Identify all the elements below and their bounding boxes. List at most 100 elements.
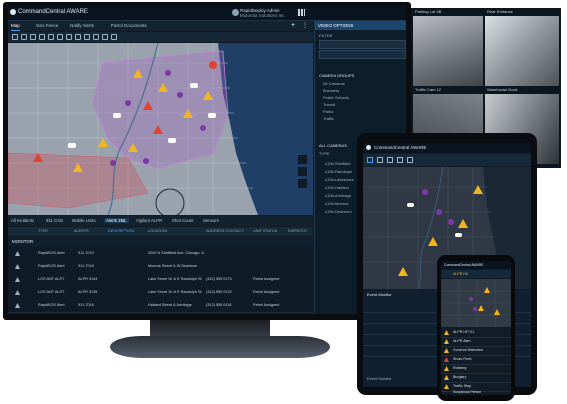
alert-icon	[444, 357, 449, 362]
draw-icon[interactable]	[66, 34, 72, 40]
filter-dropdown-2[interactable]	[319, 50, 406, 59]
user-info[interactable]: RapidDeploy Admin Motorola Solutions Inc	[240, 8, 285, 18]
row-contact: (312) 555 0132	[206, 290, 232, 294]
col-dispatch[interactable]: DISPATCH	[288, 229, 307, 233]
row-id: 911-7018	[78, 264, 94, 268]
tab-patrol-documents[interactable]: Patrol Documents	[111, 23, 147, 28]
row-status: Patrol Assigned	[253, 303, 280, 307]
tab-all-incidents[interactable]: All Incidents	[11, 218, 34, 223]
filter-icon[interactable]	[21, 34, 27, 40]
phone-row-label: ALPR HIT 01	[453, 330, 475, 334]
alert-icon	[15, 251, 20, 256]
camera-item[interactable]: CDN-Randolph	[325, 169, 352, 174]
app-title: CommandCentral AWARE	[18, 9, 88, 15]
row-location: Lake Shore Dr & E Randolph St	[148, 290, 202, 294]
main-tabs: Map Geo Fence Notify Alerts Patrol Docum…	[8, 21, 313, 31]
tab-911-cad[interactable]: 911 CAD	[46, 218, 63, 223]
all-cameras-title: ALL CAMERAS	[319, 143, 347, 148]
tablet-panel-title: Event Monitor	[367, 292, 392, 297]
tablet-tool-icon[interactable]	[397, 157, 403, 163]
tab-sensors[interactable]: Sensors	[203, 218, 219, 223]
camera-group[interactable]: Parks	[323, 109, 333, 114]
phone-map[interactable]	[441, 279, 511, 327]
share-icon[interactable]	[102, 34, 108, 40]
camera-groups-title: CAMERA GROUPS	[319, 73, 355, 78]
camera-item[interactable]: CDN-Dearborn	[325, 209, 352, 214]
camera-icon[interactable]	[75, 34, 81, 40]
table-header: TYPE ALERTS DESCRIPTION LOCATION ADDRESS…	[8, 227, 313, 236]
alert-icon	[15, 277, 20, 282]
phone-row-label: ALPR Alert	[453, 339, 471, 343]
col-unit-status[interactable]: UNIT STATUS	[253, 229, 277, 233]
monitor-stand-base	[110, 336, 330, 358]
tablet-tool-icon[interactable]	[407, 157, 413, 163]
tablet-tool-icon[interactable]	[377, 157, 383, 163]
camera-feed[interactable]	[413, 16, 483, 86]
alert-icon	[444, 330, 449, 335]
tab-alerts[interactable]: Alerts 3ML	[104, 218, 129, 223]
table-row[interactable]: LOS ANT ALRT ALPR 3144 Lake Shore Dr & E…	[8, 273, 313, 287]
bookmark-icon[interactable]	[298, 155, 307, 164]
camera-item[interactable]: CDN-Sheffield	[325, 161, 351, 166]
table-row[interactable]: RapidSOS Alert 911-7019 3200 N Sheffield…	[8, 247, 313, 261]
user-org: Motorola Solutions Inc	[240, 13, 285, 18]
table-row[interactable]: RapidSOS Alert 911-7018 Monroe Street & …	[8, 260, 313, 274]
ruler-icon[interactable]	[57, 34, 63, 40]
camera-item[interactable]: CDN-Armitage	[325, 193, 351, 198]
incident-tabs: All Incidents 911 CAD Mobile Units Alert…	[8, 216, 313, 226]
camera-group[interactable]: Transit	[323, 102, 335, 107]
tablet-tool-icon[interactable]	[367, 157, 373, 163]
col-location[interactable]: LOCATION	[148, 229, 167, 233]
layers-icon[interactable]	[12, 34, 18, 40]
alert-icon	[444, 348, 449, 353]
col-description[interactable]: DESCRIPTION	[108, 229, 134, 233]
tablet-app-title: CommandCentral AWARE	[374, 145, 427, 150]
tab-notify-alerts[interactable]: Notify Alerts	[70, 23, 94, 28]
camera-item[interactable]: CDN-Monroe	[325, 201, 349, 206]
row-location: Halsted Street & Armitage	[148, 303, 192, 307]
table-icon[interactable]	[298, 167, 307, 176]
tab-map[interactable]: Map	[11, 23, 20, 31]
camera-feed[interactable]	[485, 16, 559, 86]
grid-icon[interactable]	[48, 34, 54, 40]
camera-group[interactable]: Business	[323, 88, 339, 93]
tab-shot-count[interactable]: Shot Count	[172, 218, 194, 223]
row-type: LOS ANT ALRT	[38, 277, 65, 281]
camera-item[interactable]: CDN-Lakeshore	[325, 177, 354, 182]
more-icon[interactable]: ⋮	[302, 22, 308, 29]
phone-screen: CommandCentral AWARE ALPR Hit ALPR HIT 0…	[441, 261, 511, 395]
tab-geo-fence[interactable]: Geo Fence	[36, 23, 58, 28]
camera-label: Parking Lot 3B	[415, 9, 442, 14]
camera-group[interactable]: All Cameras	[323, 81, 345, 86]
alert-icon	[15, 303, 20, 308]
clock-icon[interactable]	[111, 34, 117, 40]
alert-icon	[444, 366, 449, 371]
print-icon[interactable]	[93, 34, 99, 40]
incident-map[interactable]	[8, 43, 313, 215]
grid-apps-icon[interactable]	[298, 9, 305, 16]
expand-icon[interactable]	[298, 179, 307, 188]
phone-row-label: Gunshot Detection	[453, 348, 483, 352]
motorola-logo-icon	[10, 9, 16, 15]
search-icon[interactable]	[30, 34, 36, 40]
alert-icon	[15, 264, 20, 269]
table-row[interactable]: LOS ANT ALRT ALPR 3139 Lake Shore Dr & E…	[8, 286, 313, 300]
tab-mobile-units[interactable]: Mobile Units	[72, 218, 96, 223]
filter-dropdown[interactable]	[319, 40, 406, 49]
col-address-contact[interactable]: ADDRESS CONTACT	[206, 229, 243, 233]
table-row[interactable]: RapidSOS Alert 911-7016 Halsted Street &…	[8, 299, 313, 313]
col-alerts[interactable]: ALERTS	[74, 229, 89, 233]
location-pin-icon[interactable]	[39, 34, 45, 40]
tab-vigilant-alpr[interactable]: Vigilant ALPR	[136, 218, 162, 223]
camera-group[interactable]: Traffic	[323, 116, 334, 121]
tablet-tool-icon[interactable]	[387, 157, 393, 163]
add-icon[interactable]: +	[291, 22, 295, 29]
camera-group[interactable]: Public Schools	[323, 95, 349, 100]
camera-item[interactable]: CDN-Halsted	[325, 185, 349, 190]
phone-header: CommandCentral AWARE	[441, 261, 511, 269]
settings-icon[interactable]	[84, 34, 90, 40]
col-type[interactable]: TYPE	[38, 229, 48, 233]
row-id: ALPR 3144	[78, 277, 98, 281]
user-avatar[interactable]	[232, 9, 239, 16]
alert-icon	[15, 290, 20, 295]
